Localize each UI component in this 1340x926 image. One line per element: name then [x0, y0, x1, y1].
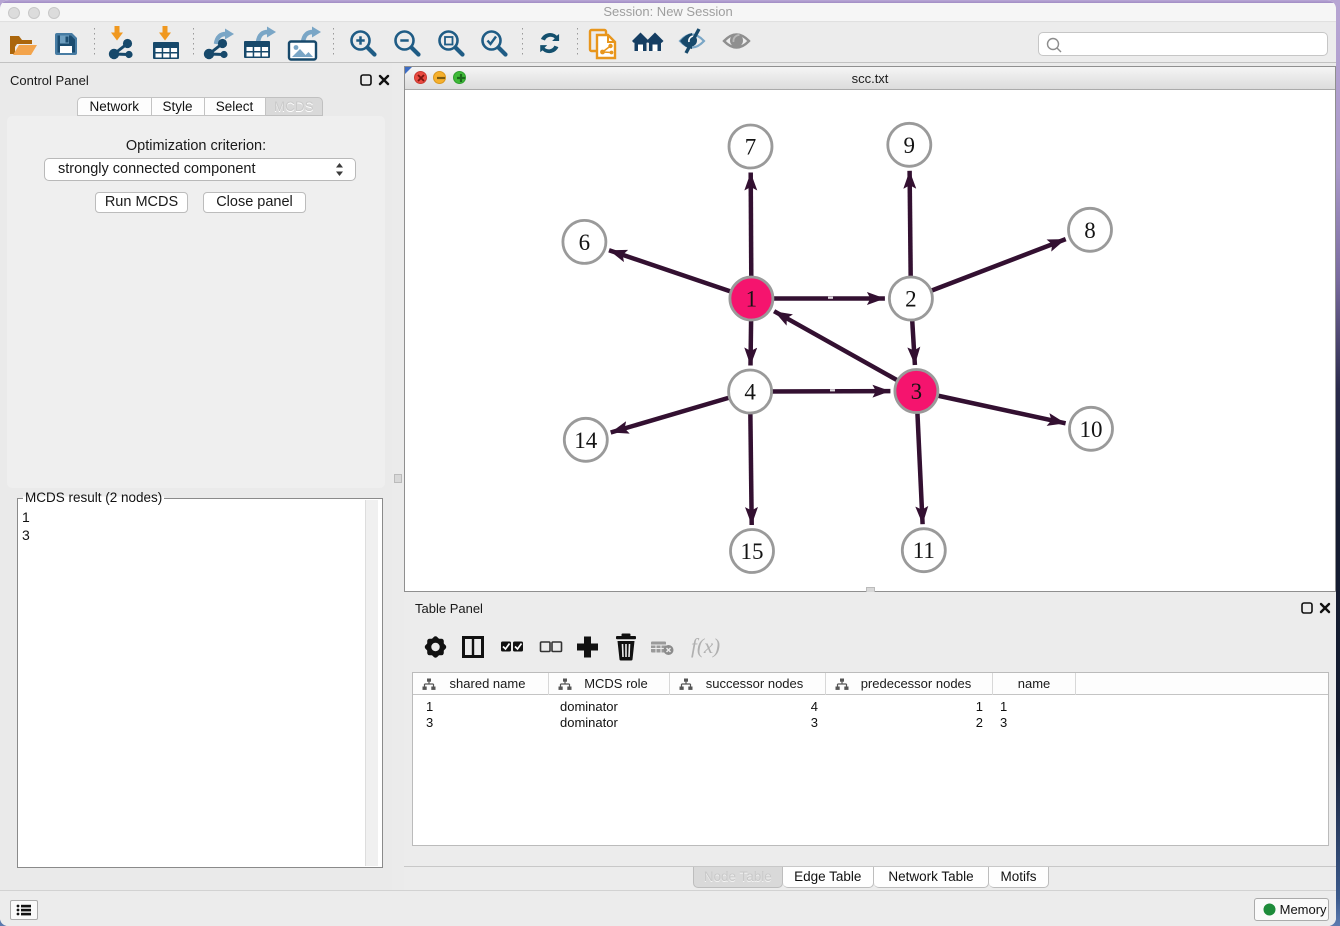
svg-text:6: 6 [579, 230, 591, 255]
svg-text:10: 10 [1080, 417, 1103, 442]
svg-text:14: 14 [574, 428, 598, 453]
svg-text:8: 8 [1084, 218, 1096, 243]
svg-text:7: 7 [745, 135, 757, 160]
svg-text:11: 11 [913, 538, 935, 563]
svg-text:f(x): f(x) [691, 634, 720, 658]
svg-text:15: 15 [741, 539, 764, 564]
svg-text:9: 9 [904, 133, 916, 158]
svg-text:1: 1 [746, 287, 758, 312]
svg-text:4: 4 [744, 380, 756, 405]
svg-text:3: 3 [911, 379, 923, 404]
svg-text:2: 2 [905, 287, 917, 312]
